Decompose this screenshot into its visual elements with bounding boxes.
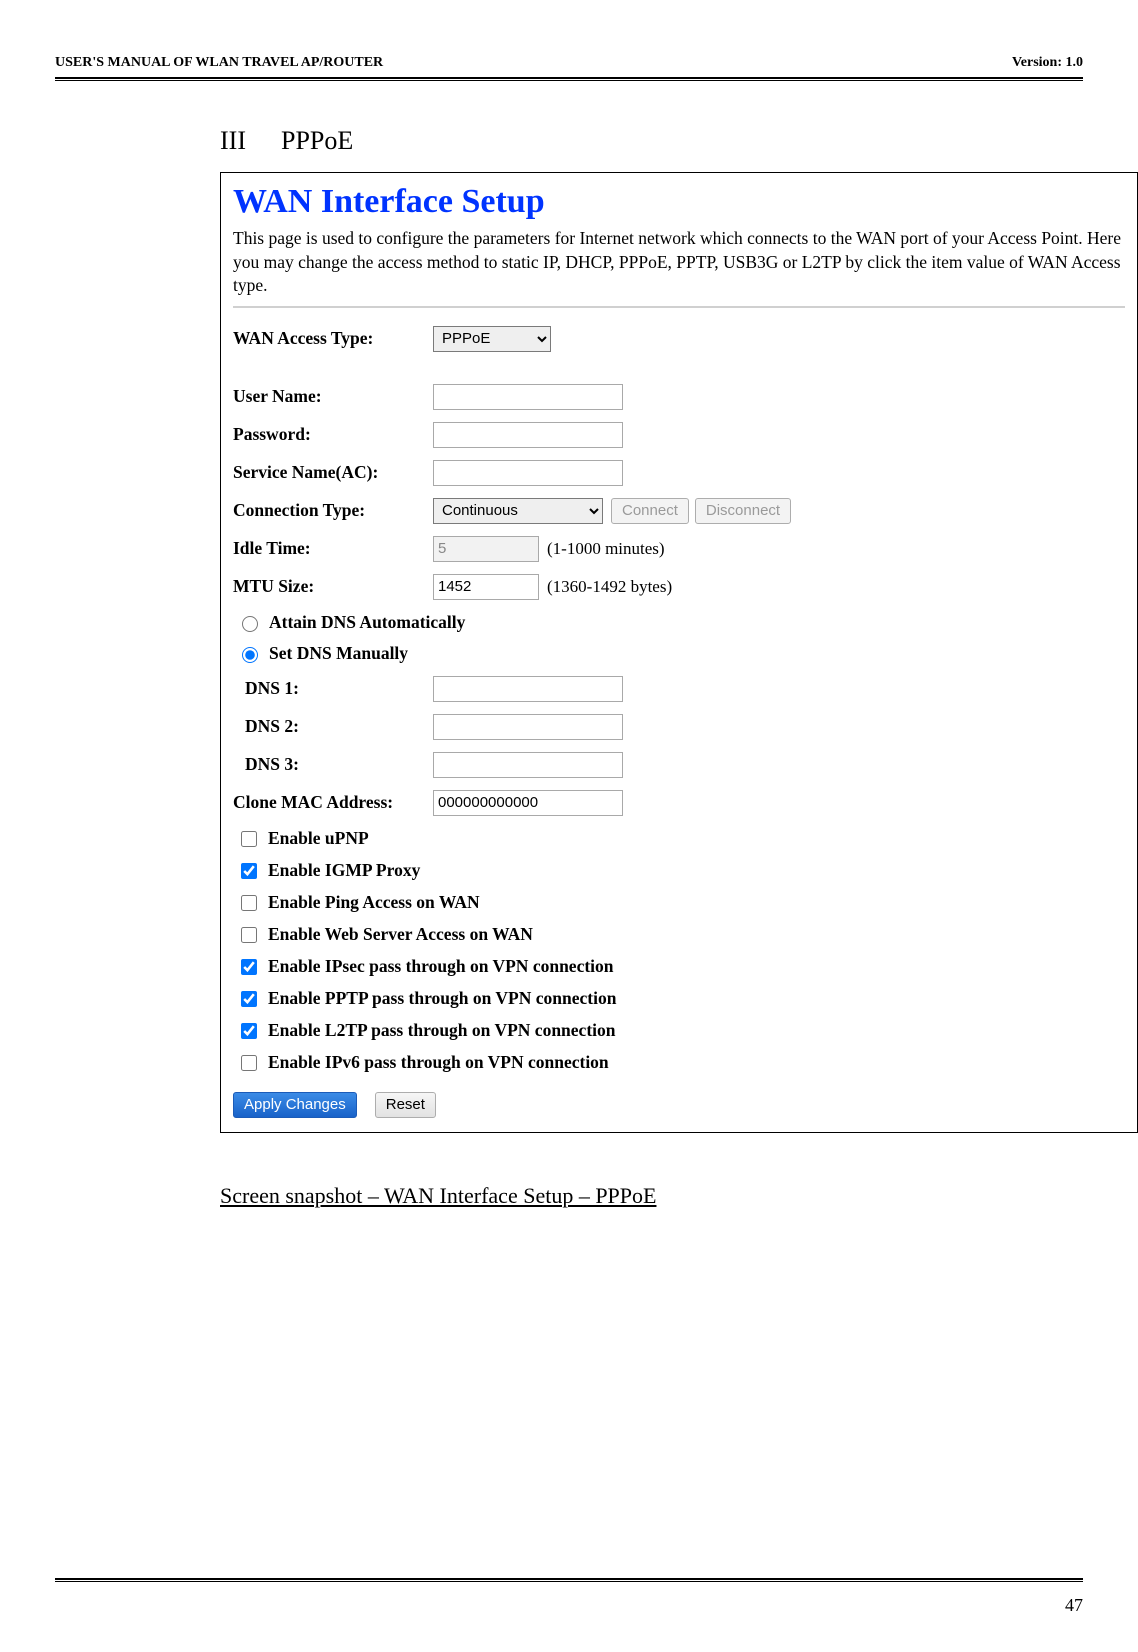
mtu-label: MTU Size:: [233, 576, 433, 597]
wan-access-select[interactable]: PPPoE: [433, 326, 551, 352]
ipv6-checkbox[interactable]: [241, 1055, 257, 1071]
l2tp-label: Enable L2TP pass through on VPN connecti…: [268, 1020, 616, 1041]
mtu-input[interactable]: [433, 574, 539, 600]
disconnect-button[interactable]: Disconnect: [695, 498, 791, 524]
footer-rule: [55, 1578, 1083, 1582]
webserver-wan-checkbox[interactable]: [241, 927, 257, 943]
service-name-label: Service Name(AC):: [233, 462, 433, 483]
dns1-label: DNS 1:: [233, 678, 433, 699]
ipsec-checkbox[interactable]: [241, 959, 257, 975]
connection-type-label: Connection Type:: [233, 500, 433, 521]
webserver-wan-label: Enable Web Server Access on WAN: [268, 924, 533, 945]
igmp-label: Enable IGMP Proxy: [268, 860, 420, 881]
idle-time-hint: (1-1000 minutes): [547, 539, 665, 559]
pptp-label: Enable PPTP pass through on VPN connecti…: [268, 988, 616, 1009]
clone-mac-label: Clone MAC Address:: [233, 792, 433, 813]
ipsec-label: Enable IPsec pass through on VPN connect…: [268, 956, 614, 977]
panel-description: This page is used to configure the param…: [233, 227, 1125, 298]
dns3-label: DNS 3:: [233, 754, 433, 775]
dns1-input[interactable]: [433, 676, 623, 702]
username-label: User Name:: [233, 386, 433, 407]
pptp-checkbox[interactable]: [241, 991, 257, 1007]
ipv6-label: Enable IPv6 pass through on VPN connecti…: [268, 1052, 609, 1073]
connect-button[interactable]: Connect: [611, 498, 689, 524]
clone-mac-input[interactable]: [433, 790, 623, 816]
idle-time-label: Idle Time:: [233, 538, 433, 559]
igmp-checkbox[interactable]: [241, 863, 257, 879]
service-name-input[interactable]: [433, 460, 623, 486]
ping-wan-checkbox[interactable]: [241, 895, 257, 911]
upnp-checkbox[interactable]: [241, 831, 257, 847]
wan-setup-panel: WAN Interface Setup This page is used to…: [220, 172, 1138, 1133]
connection-type-select[interactable]: Continuous: [433, 498, 603, 524]
username-input[interactable]: [433, 384, 623, 410]
header-rule: [55, 77, 1083, 81]
dns-manual-label: Set DNS Manually: [269, 643, 408, 664]
separator: [233, 306, 1125, 308]
reset-button[interactable]: Reset: [375, 1092, 436, 1118]
idle-time-input[interactable]: [433, 536, 539, 562]
dns2-input[interactable]: [433, 714, 623, 740]
dns-auto-label: Attain DNS Automatically: [269, 612, 465, 633]
mtu-hint: (1360-1492 bytes): [547, 577, 672, 597]
doc-title: USER'S MANUAL OF WLAN TRAVEL AP/ROUTER: [55, 55, 383, 71]
upnp-label: Enable uPNP: [268, 828, 369, 849]
password-label: Password:: [233, 424, 433, 445]
dns2-label: DNS 2:: [233, 716, 433, 737]
password-input[interactable]: [433, 422, 623, 448]
panel-title: WAN Interface Setup: [233, 183, 1125, 221]
dns-manual-radio[interactable]: [242, 647, 258, 663]
apply-changes-button[interactable]: Apply Changes: [233, 1092, 357, 1118]
section-numeral: III: [220, 126, 246, 156]
wan-access-label: WAN Access Type:: [233, 328, 433, 349]
page-number: 47: [1065, 1595, 1083, 1616]
screenshot-caption: Screen snapshot – WAN Interface Setup – …: [220, 1183, 1138, 1209]
l2tp-checkbox[interactable]: [241, 1023, 257, 1039]
dns-auto-radio[interactable]: [242, 616, 258, 632]
ping-wan-label: Enable Ping Access on WAN: [268, 892, 480, 913]
doc-version: Version: 1.0: [1012, 55, 1083, 71]
section-title: PPPoE: [281, 126, 353, 156]
dns3-input[interactable]: [433, 752, 623, 778]
